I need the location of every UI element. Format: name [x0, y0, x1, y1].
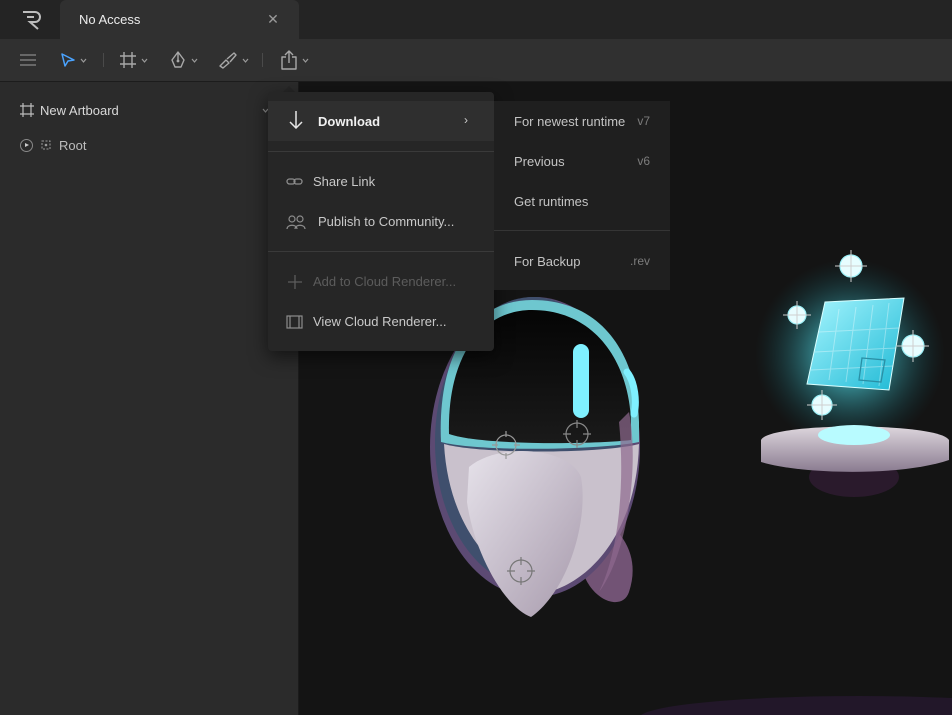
menu-item-download[interactable]: Download ›	[268, 101, 494, 141]
submenu-divider	[494, 230, 670, 231]
chevron-right-icon: ›	[464, 113, 468, 127]
close-tab-icon[interactable]: ✕	[265, 11, 281, 27]
menu-item-label: Add to Cloud Renderer...	[313, 274, 457, 289]
submenu-item-label: Previous	[514, 154, 565, 169]
format-badge: .rev	[629, 254, 650, 268]
chevron-down-icon	[191, 58, 198, 63]
toolbar	[0, 39, 952, 82]
cursor-arrow-icon	[61, 53, 75, 67]
menu-divider	[268, 251, 494, 252]
artboard-tool-button[interactable]	[119, 49, 148, 71]
film-icon	[286, 315, 303, 329]
menu-item-label: Download	[318, 114, 381, 129]
hamburger-menu-button[interactable]	[19, 49, 37, 71]
users-icon	[286, 215, 306, 230]
root-node-icon	[41, 140, 51, 150]
menu-divider	[268, 151, 494, 152]
pen-nib-icon	[171, 51, 185, 68]
link-icon	[286, 178, 303, 185]
root-label: Root	[59, 137, 87, 153]
menu-item-add-cloud-renderer: Add to Cloud Renderer...	[268, 261, 494, 301]
submenu-item-previous[interactable]: Previous v6	[494, 141, 670, 181]
brush-tool-button[interactable]	[218, 49, 249, 71]
tab-title: No Access	[79, 12, 141, 27]
menu-item-label: Share Link	[313, 174, 376, 189]
version-badge: v6	[637, 154, 650, 168]
menu-item-share-link[interactable]: Share Link	[268, 161, 494, 201]
pen-tool-button[interactable]	[169, 49, 198, 71]
plus-icon	[288, 275, 302, 289]
menu-item-label: View Cloud Renderer...	[313, 314, 447, 329]
rive-logo-icon[interactable]	[18, 8, 46, 32]
toolbar-divider	[262, 53, 263, 67]
artboard-frame-icon	[120, 52, 136, 68]
expand-toggle-icon[interactable]	[20, 138, 33, 152]
menu-item-publish[interactable]: Publish to Community...	[268, 201, 494, 241]
root-row[interactable]: Root	[20, 137, 86, 153]
brush-icon	[219, 52, 237, 69]
toolbar-divider	[103, 53, 104, 67]
hamburger-icon	[20, 54, 36, 66]
submenu-item-newest-runtime[interactable]: For newest runtime v7	[494, 101, 670, 141]
chevron-down-icon	[80, 58, 87, 63]
download-submenu: For newest runtime v7 Previous v6 Get ru…	[494, 101, 670, 290]
version-badge: v7	[637, 114, 650, 128]
artboard-frame-icon	[20, 103, 34, 117]
chevron-down-icon	[141, 58, 148, 63]
submenu-item-label: Get runtimes	[514, 194, 589, 209]
export-button[interactable]	[280, 49, 309, 71]
download-arrow-icon	[289, 111, 303, 129]
submenu-item-backup[interactable]: For Backup .rev	[494, 241, 670, 281]
share-export-icon	[281, 50, 297, 70]
submenu-item-get-runtimes[interactable]: Get runtimes	[494, 181, 670, 221]
menu-item-label: Publish to Community...	[318, 214, 455, 229]
hologram-pedestal	[755, 250, 949, 497]
hierarchy-panel: New Artboard Root	[0, 82, 299, 715]
export-menu: Download › Share Link Publish to Communi…	[268, 92, 494, 351]
submenu-item-label: For Backup	[514, 254, 581, 269]
document-tab[interactable]: No Access ✕	[60, 0, 299, 39]
menu-item-view-cloud-renderer[interactable]: View Cloud Renderer...	[268, 301, 494, 341]
chevron-down-icon	[302, 58, 309, 63]
artboard-label: New Artboard	[40, 102, 119, 118]
chevron-down-icon	[242, 58, 249, 63]
submenu-item-label: For newest runtime	[514, 114, 626, 129]
select-tool-button[interactable]	[60, 49, 87, 71]
title-bar: No Access ✕	[0, 0, 952, 39]
artboard-row[interactable]: New Artboard	[20, 102, 119, 118]
